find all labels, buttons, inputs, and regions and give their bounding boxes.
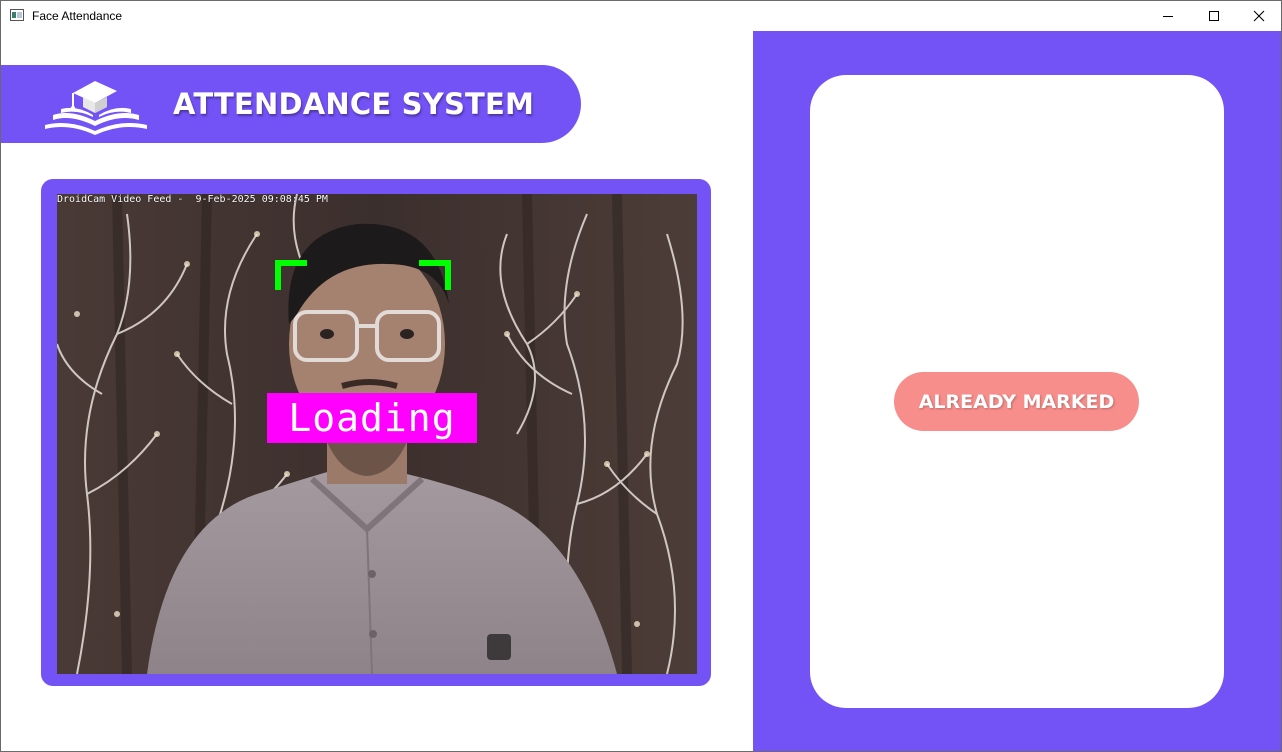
camera-feed: DroidCam Video Feed - 9-Feb-2025 09:08:4…: [57, 194, 697, 674]
status-card: ALREADY MARKED: [810, 75, 1224, 708]
maximize-icon: [1209, 11, 1219, 21]
header-banner: ATTENDANCE SYSTEM: [1, 65, 581, 143]
status-badge: ALREADY MARKED: [894, 372, 1139, 431]
close-icon: [1253, 10, 1265, 22]
graduation-book-icon: [45, 81, 147, 135]
app-icon: [10, 9, 24, 21]
face-bracket-top-left: [275, 260, 307, 290]
page-title: ATTENDANCE SYSTEM: [173, 87, 535, 121]
app-window: Face Attendance ATTENDANCE SYSTEM DroidC…: [0, 0, 1282, 752]
left-panel: ATTENDANCE SYSTEM DroidCam Video Feed - …: [1, 31, 753, 751]
camera-overlay-text: DroidCam Video Feed - 9-Feb-2025 09:08:4…: [57, 194, 328, 205]
close-button[interactable]: [1236, 1, 1281, 31]
video-frame: DroidCam Video Feed - 9-Feb-2025 09:08:4…: [41, 179, 711, 686]
status-label: ALREADY MARKED: [918, 390, 1115, 413]
title-bar[interactable]: Face Attendance: [1, 1, 1281, 31]
maximize-button[interactable]: [1191, 1, 1237, 31]
minimize-button[interactable]: [1145, 1, 1191, 31]
right-panel: ALREADY MARKED: [753, 31, 1281, 751]
minimize-icon: [1163, 16, 1173, 17]
loading-label: Loading: [267, 393, 477, 443]
face-bracket-top-right: [419, 260, 451, 290]
window-title: Face Attendance: [32, 9, 123, 23]
loading-text: Loading: [288, 396, 456, 440]
